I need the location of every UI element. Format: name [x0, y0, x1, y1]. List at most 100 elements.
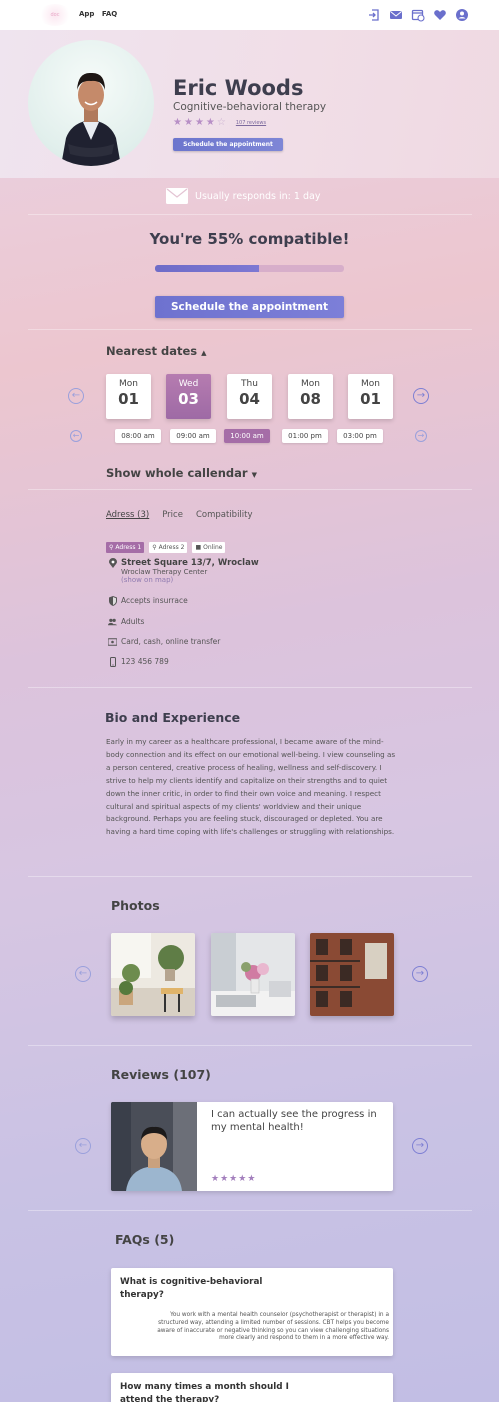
star-icon: ★ [205, 117, 215, 128]
calendar-icon[interactable] [411, 8, 425, 22]
insurance-row: Accepts insurrace [108, 595, 188, 606]
doctor-name: Eric Woods [173, 76, 304, 100]
date-card-selected[interactable]: Wed 03 [166, 374, 211, 419]
street-address: Street Square 13/7, Wroclaw [121, 558, 259, 568]
faq-item[interactable]: What is cognitive-behavioral therapy? Yo… [111, 1268, 393, 1356]
faq-question: How many times a month should I attend t… [120, 1382, 289, 1402]
review-rating: ★ ★ ★ ★ ★ [211, 1174, 255, 1184]
location-pin-icon [108, 557, 117, 568]
info-tabs: Adress (3) Price Compatibility [106, 510, 253, 520]
tab-price[interactable]: Price [162, 510, 183, 520]
time-slot[interactable]: 01:00 pm [282, 429, 328, 443]
pin-icon: ⚲ [109, 544, 114, 551]
top-bar: doc App FAQ [0, 0, 499, 30]
top-icons [367, 8, 469, 22]
compatibility-progress [155, 265, 344, 272]
photos-next-button[interactable]: → [412, 966, 428, 982]
payment-row: Card, cash, online transfer [108, 637, 220, 646]
phone-row: 123 456 789 [108, 656, 169, 667]
reviewer-photo [111, 1102, 197, 1191]
center-name: Wroclaw Therapy Center [121, 568, 208, 576]
audience-row: Adults [108, 617, 144, 626]
star-icon: ★ [220, 1174, 229, 1184]
doctor-portrait [61, 72, 121, 166]
divider [28, 214, 472, 215]
pin-icon: ⚲ [152, 544, 157, 551]
review-card[interactable]: I can actually see the progress in my me… [111, 1102, 393, 1191]
time-slot[interactable]: 03:00 pm [337, 429, 383, 443]
reviews-next-button[interactable]: → [412, 1138, 428, 1154]
bio-text: Early in my career as a healthcare profe… [106, 737, 396, 837]
reviews-link[interactable]: 107 reviews [236, 120, 266, 126]
shield-icon [108, 595, 117, 606]
photos-title: Photos [111, 898, 160, 913]
login-icon[interactable] [367, 8, 381, 22]
envelope-icon [166, 188, 188, 204]
schedule-button[interactable]: Schedule the appointment [155, 296, 344, 318]
plants-chair-photo[interactable] [111, 933, 195, 1016]
divider [28, 489, 472, 490]
response-time-text: Usually responds in: 1 day [195, 190, 321, 202]
rating: ★ ★ ★ ★ ☆ 107 reviews [173, 117, 266, 128]
top-nav: App FAQ [79, 10, 122, 18]
doctor-specialty: Cognitive-behavioral therapy [173, 101, 327, 113]
logo[interactable]: doc [38, 4, 72, 26]
nearest-dates-title[interactable]: Nearest dates ▲ [106, 344, 207, 358]
date-card[interactable]: Thu 04 [227, 374, 272, 419]
date-card[interactable]: Mon 01 [348, 374, 393, 419]
times-next-button[interactable]: → [415, 430, 427, 442]
schedule-small-button[interactable]: Schedule the appointment [173, 138, 283, 151]
dates-prev-button[interactable]: ← [68, 388, 84, 404]
date-card[interactable]: Mon 01 [106, 374, 151, 419]
faq-item[interactable]: How many times a month should I attend t… [111, 1373, 393, 1402]
divider [28, 1045, 472, 1046]
bio-title: Bio and Experience [105, 710, 241, 725]
mail-icon[interactable] [389, 8, 403, 22]
address-chip-1[interactable]: ⚲ Adress 1 [106, 542, 145, 553]
video-icon: ■ [195, 544, 202, 551]
reviews-title: Reviews (107) [111, 1067, 211, 1082]
people-icon [108, 617, 117, 626]
review-quote: I can actually see the progress in my me… [211, 1109, 377, 1133]
nav-faq-link[interactable]: FAQ [102, 10, 117, 18]
photos-prev-button[interactable]: ← [75, 966, 91, 982]
desk-flowers-photo[interactable] [211, 933, 295, 1016]
star-icon: ★ [183, 117, 193, 128]
heart-icon[interactable] [433, 8, 447, 22]
show-on-map-link[interactable]: (show on map) [121, 576, 259, 584]
response-time: Usually responds in: 1 day [166, 188, 320, 204]
phone-icon [108, 656, 117, 667]
online-chip[interactable]: ■ Online [192, 542, 226, 553]
faq-question: What is cognitive-behavioral therapy? [120, 1277, 263, 1300]
star-icon: ★ [238, 1174, 247, 1184]
star-empty-icon: ☆ [216, 117, 226, 128]
star-icon: ★ [173, 117, 182, 128]
times-prev-button[interactable]: ← [70, 430, 82, 442]
address-row: Street Square 13/7, Wroclaw Wroclaw Ther… [108, 557, 259, 584]
divider [28, 876, 472, 877]
star-icon: ★ [229, 1174, 238, 1184]
brick-building-photo[interactable] [310, 933, 394, 1016]
time-slot[interactable]: 08:00 am [115, 429, 161, 443]
address-chip-2[interactable]: ⚲ Adress 2 [149, 542, 188, 553]
show-calendar-toggle[interactable]: Show whole callendar ▼ [106, 466, 257, 480]
divider [28, 329, 472, 330]
compatibility-title: You're 55% compatible! [149, 230, 350, 248]
progress-fill [155, 265, 259, 272]
user-icon[interactable] [455, 8, 469, 22]
star-icon: ★ [194, 117, 204, 128]
payment-icon [108, 637, 117, 646]
caret-up-icon: ▲ [201, 349, 207, 357]
tab-address[interactable]: Adress (3) [106, 510, 149, 520]
time-slot-selected[interactable]: 10:00 am [224, 429, 270, 443]
faqs-title: FAQs (5) [115, 1232, 175, 1247]
divider [28, 687, 472, 688]
dates-next-button[interactable]: → [413, 388, 429, 404]
date-card[interactable]: Mon 08 [288, 374, 333, 419]
nav-app-link[interactable]: App [79, 10, 94, 18]
tab-compatibility[interactable]: Compatibility [196, 510, 253, 520]
address-chips: ⚲ Adress 1 ⚲ Adress 2 ■ Online [106, 542, 226, 553]
reviews-prev-button[interactable]: ← [75, 1138, 91, 1154]
star-icon: ★ [211, 1174, 220, 1184]
time-slot[interactable]: 09:00 am [170, 429, 216, 443]
